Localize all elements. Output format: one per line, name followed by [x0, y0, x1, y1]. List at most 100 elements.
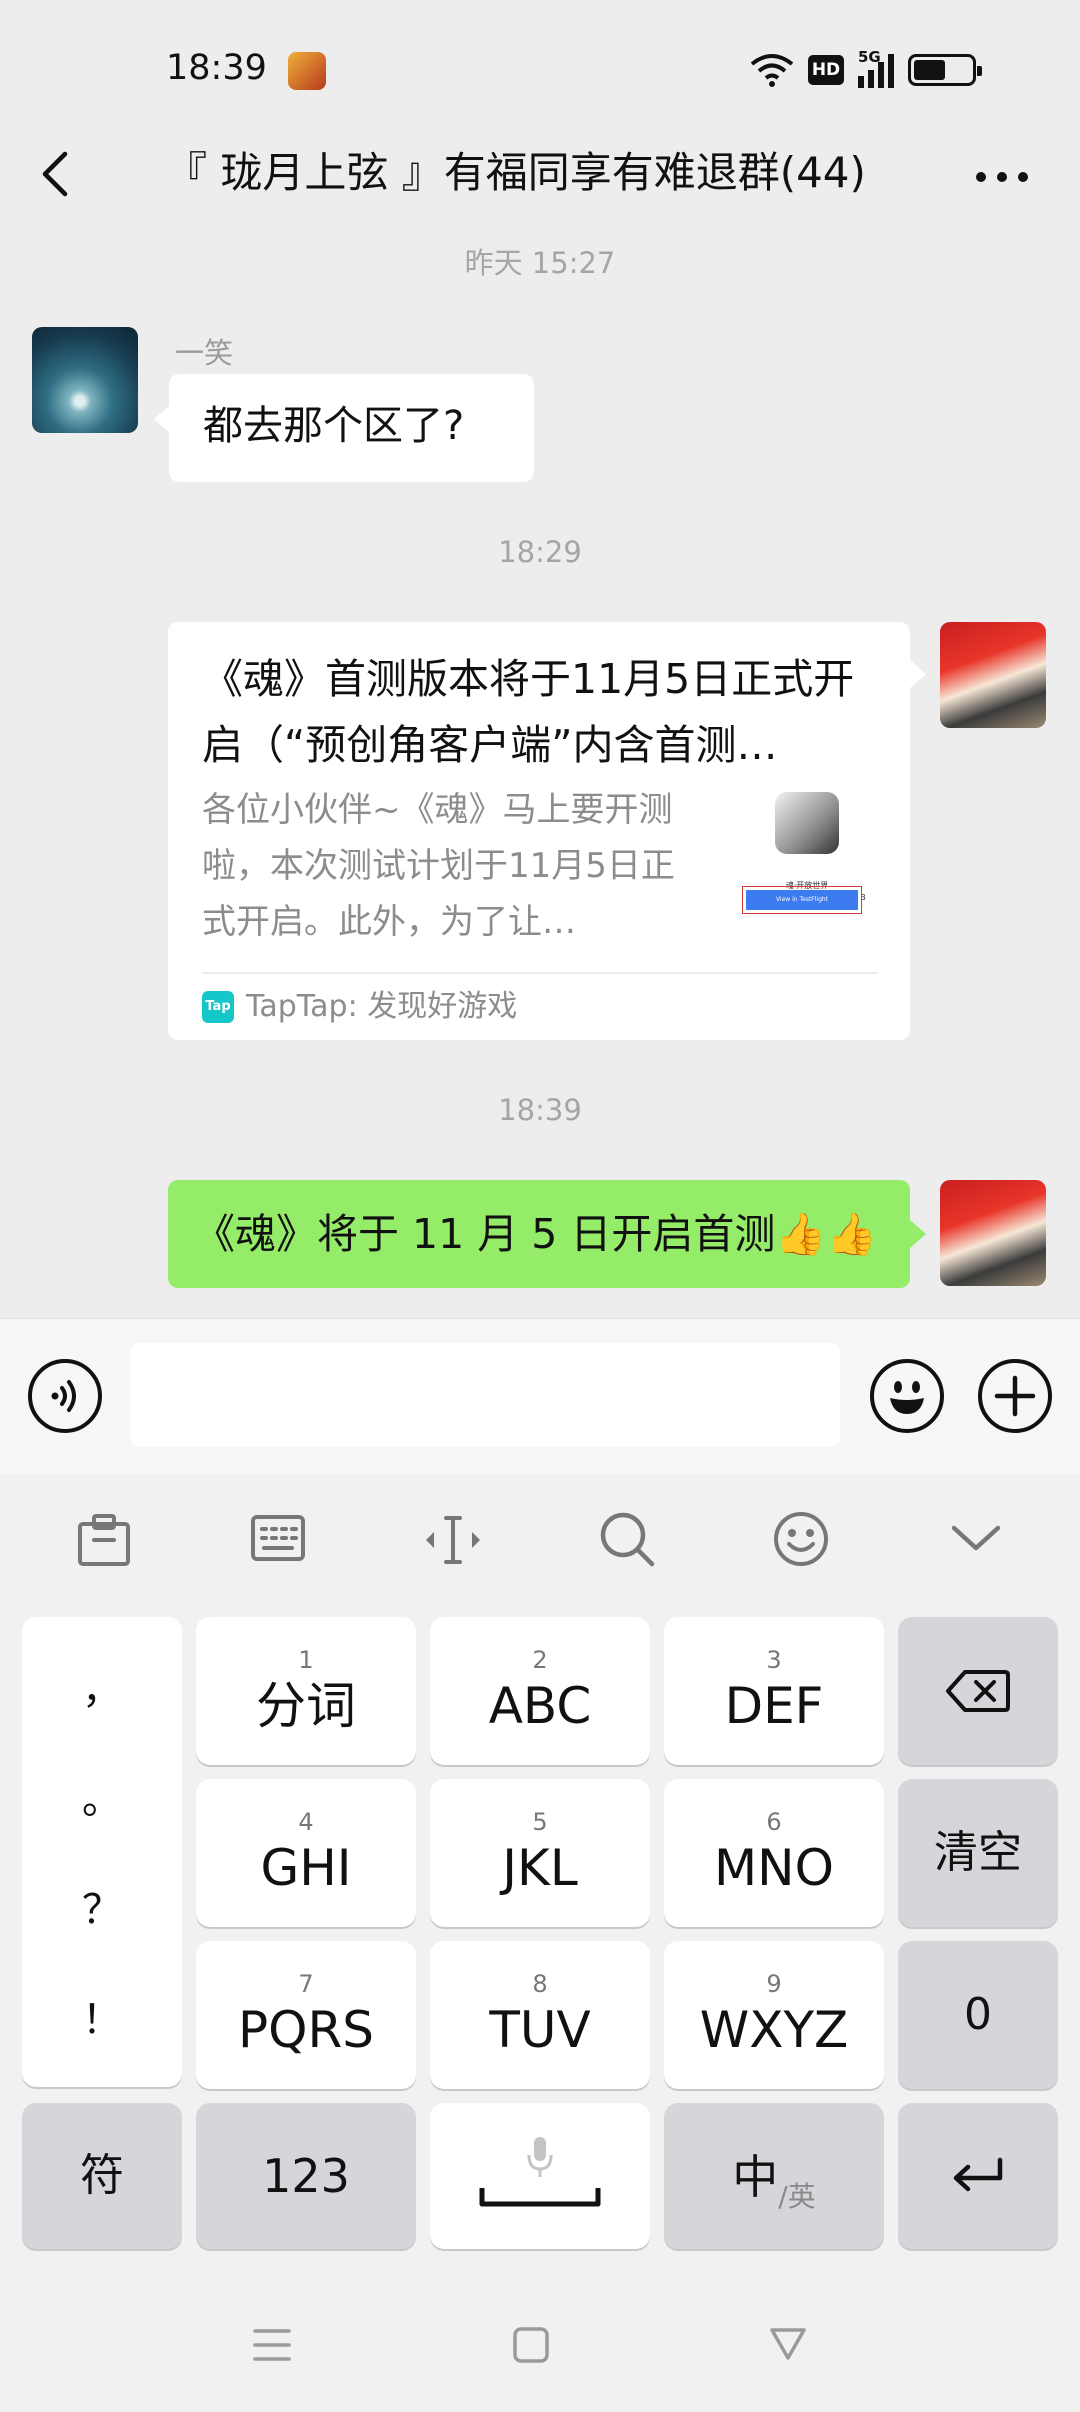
- card-description: 各位小伙伴~《魂》马上要开测啦，本次测试计划于11月5日正式开启。此外，为了让…: [202, 790, 675, 942]
- key-label: WXYZ: [699, 2001, 849, 2059]
- space-key[interactable]: [430, 2103, 650, 2249]
- taptap-logo: Tap: [202, 991, 234, 1023]
- back-triangle-icon[interactable]: [768, 2324, 808, 2364]
- key-label: 清空: [934, 1827, 1022, 1878]
- key-label: 分词: [256, 1677, 356, 1735]
- key-number: 9: [766, 1970, 782, 1998]
- key-label: JKL: [502, 1839, 578, 1897]
- key-7[interactable]: 7 PQRS: [196, 1941, 416, 2089]
- message-text: 《魂》将于 11 月 5 日开启首测👍👍: [194, 1210, 878, 1258]
- key-number: 7: [298, 1970, 314, 1998]
- timestamp: 昨天 15:27: [464, 246, 616, 280]
- key-label: MNO: [714, 1839, 834, 1897]
- clear-key[interactable]: 清空: [898, 1779, 1058, 1927]
- key-sublabel: /英: [778, 2180, 816, 2213]
- key-number: 1: [298, 1646, 314, 1674]
- network-label: 5G: [858, 48, 881, 66]
- punct-key[interactable]: 。: [22, 1767, 182, 1825]
- status-time: 18:39: [166, 48, 267, 88]
- space-bar-icon: [479, 2188, 601, 2207]
- key-label: 中: [732, 2150, 779, 2204]
- game-app-icon: [288, 52, 326, 90]
- hd-badge: HD: [808, 55, 844, 85]
- key-8[interactable]: 8 TUV: [430, 1941, 650, 2089]
- search-icon[interactable]: [598, 1510, 656, 1570]
- backspace-icon: [946, 1670, 1010, 1712]
- punct-key[interactable]: ！: [22, 1987, 182, 2045]
- smiley-icon[interactable]: [870, 1359, 944, 1433]
- keyboard-toolbar: [0, 1473, 1080, 1603]
- wifi-icon: [750, 54, 794, 87]
- backspace-key[interactable]: [898, 1617, 1058, 1765]
- key-6[interactable]: 6 MNO: [664, 1779, 884, 1927]
- enter-key[interactable]: [898, 2103, 1058, 2249]
- chat-title: 『 珑月上弦 』有福同享有难退群(44): [165, 148, 866, 197]
- key-label: GHI: [260, 1839, 352, 1897]
- app-icon: [775, 792, 839, 854]
- voice-icon[interactable]: [28, 1359, 102, 1433]
- menu-icon[interactable]: [252, 2327, 292, 2363]
- plus-circle-icon[interactable]: [978, 1359, 1052, 1433]
- thumb-button: View in TestFlight: [746, 890, 858, 910]
- sender-name: 一笑: [175, 336, 234, 370]
- message-bubble-self[interactable]: 《魂》将于 11 月 5 日开启首测👍👍: [168, 1180, 910, 1288]
- card-source-label: TapTap: 发现好游戏: [246, 989, 518, 1024]
- home-square-icon[interactable]: [512, 2326, 550, 2364]
- keyboard-icon[interactable]: [250, 1512, 306, 1564]
- key-number: 3: [766, 1646, 782, 1674]
- enter-icon: [953, 2157, 1003, 2192]
- cursor-move-icon[interactable]: [422, 1512, 484, 1568]
- card-divider: [202, 972, 878, 974]
- key-label: TUV: [489, 2001, 591, 2059]
- key-label: PQRS: [238, 2001, 374, 2059]
- key-4[interactable]: 4 GHI: [196, 1779, 416, 1927]
- bubble-tail: [154, 405, 170, 433]
- key-number: 4: [298, 1808, 314, 1836]
- avatar[interactable]: [32, 327, 138, 433]
- message-text: 都去那个区了?: [203, 403, 465, 449]
- bubble-tail: [910, 660, 926, 688]
- numbers-key[interactable]: 123: [196, 2103, 416, 2249]
- punct-key[interactable]: ？: [22, 1877, 182, 1935]
- avatar-self[interactable]: [940, 622, 1046, 728]
- punct-key[interactable]: ，: [22, 1657, 182, 1715]
- key-2[interactable]: 2 ABC: [430, 1617, 650, 1765]
- card-title: 《魂》首测版本将于11月5日正式开启（“预创角客户端”内含首测…: [202, 655, 855, 769]
- language-switch-key[interactable]: 中 /英: [664, 2103, 884, 2249]
- emoji-icon[interactable]: [772, 1510, 830, 1568]
- signal-icon: 5G: [858, 48, 894, 88]
- key-label: 0: [964, 1989, 992, 2040]
- key-label: ABC: [488, 1677, 592, 1735]
- card-source: Tap TapTap: 发现好游戏: [202, 984, 517, 1030]
- key-label: 符: [80, 2150, 124, 2201]
- symbol-key[interactable]: 符: [22, 2103, 182, 2249]
- timestamp: 18:29: [498, 535, 582, 569]
- bubble-tail: [910, 1220, 926, 1248]
- battery-fill: [914, 60, 945, 80]
- battery-icon: [908, 54, 982, 86]
- clipboard-icon[interactable]: [76, 1512, 132, 1568]
- punctuation-column[interactable]: ， 。 ？ ！: [22, 1617, 182, 2087]
- message-input[interactable]: [130, 1343, 840, 1447]
- zero-key[interactable]: 0: [898, 1941, 1058, 2089]
- key-label: DEF: [724, 1677, 824, 1735]
- link-card[interactable]: 《魂》首测版本将于11月5日正式开启（“预创角客户端”内含首测… 各位小伙伴~《…: [168, 622, 910, 1040]
- key-1[interactable]: 1 分词: [196, 1617, 416, 1765]
- card-thumbnail: 魂·开放世界 上海骆鹿互娱科技有限公司 for B View in TestFl…: [732, 792, 882, 928]
- key-number: 6: [766, 1808, 782, 1836]
- microphone-icon: [527, 2137, 553, 2177]
- key-5[interactable]: 5 JKL: [430, 1779, 650, 1927]
- chevron-left-icon[interactable]: [32, 148, 82, 198]
- key-number: 2: [532, 1646, 548, 1674]
- message-bubble[interactable]: 都去那个区了?: [169, 374, 534, 482]
- key-number: 5: [532, 1808, 548, 1836]
- key-9[interactable]: 9 WXYZ: [664, 1941, 884, 2089]
- avatar-self[interactable]: [940, 1180, 1046, 1286]
- status-icons: HD 5G: [750, 48, 982, 90]
- collapse-chevron-icon[interactable]: [950, 1522, 1002, 1554]
- key-3[interactable]: 3 DEF: [664, 1617, 884, 1765]
- more-dots-icon[interactable]: [974, 170, 1030, 184]
- thumb-button-frame: View in TestFlight: [742, 886, 862, 914]
- key-number: 8: [532, 1970, 548, 1998]
- key-label: 123: [262, 2149, 350, 2203]
